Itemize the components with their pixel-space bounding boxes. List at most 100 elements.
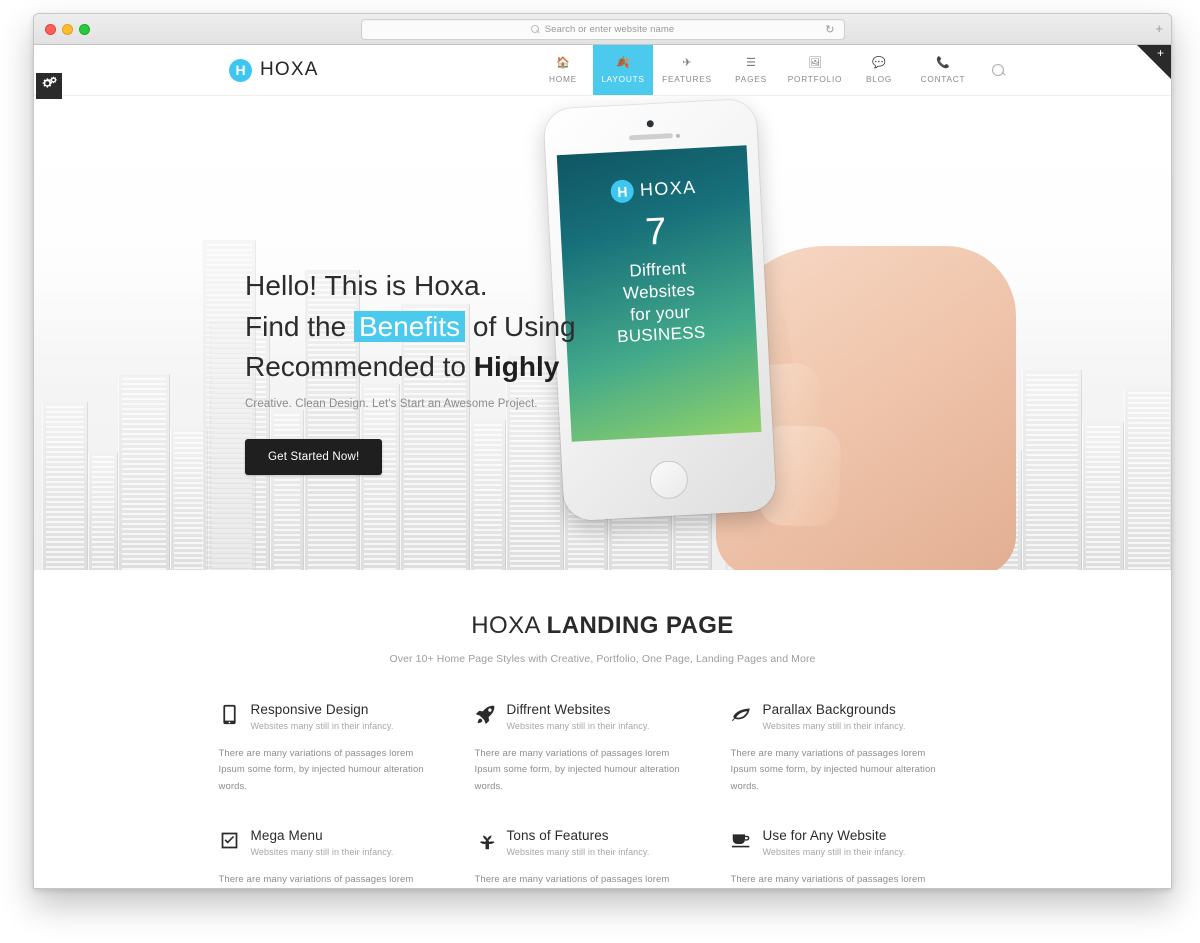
feature-header: Responsive Design Websites many still in… (219, 702, 457, 731)
nav-label-blog: BLOG (865, 74, 893, 84)
plant-icon (475, 828, 497, 852)
nav-label-layouts: LAYOUTS (601, 74, 645, 84)
hero-headline-line2: Find the Benefits of Using (245, 307, 665, 348)
footer-strip (34, 888, 1171, 889)
feature-body: There are many variations of passages lo… (218, 873, 414, 885)
check-square-icon (219, 828, 241, 852)
rocket-icon (475, 702, 497, 726)
hero-content: Hello! This is Hoxa. Find the Benefits o… (245, 266, 665, 475)
feature-tagline: Websites many still in their infancy. (506, 846, 650, 857)
feature-card: Diffrent Websites Websites many still in… (475, 702, 713, 795)
hero-line2-post: of Using (465, 310, 576, 342)
home-icon: 🏠 (556, 57, 570, 69)
nav-label-contact: CONTACT (920, 74, 966, 84)
coffee-cup-icon (731, 828, 753, 852)
feature-tagline: Websites many still in their infancy. (762, 720, 906, 731)
features-grid: Responsive Design Websites many still in… (218, 702, 987, 888)
feature-card: Tons of Features Websites many still in … (474, 828, 713, 888)
paper-plane-icon: ✈ (682, 57, 692, 69)
hero-line3-strong: Highly (473, 351, 560, 383)
phone-sensor (676, 133, 681, 138)
feature-body: There are many variations of passages lo… (474, 873, 670, 885)
nav-label-features: FEATURES (662, 74, 712, 84)
feature-tagline: Websites many still in their infancy. (250, 720, 394, 731)
minimize-window-button[interactable] (62, 24, 73, 35)
phone-count-number: 7 (644, 210, 668, 254)
feature-header: Parallax Backgrounds Websites many still… (731, 702, 969, 731)
site-viewport: + H HOXA 🏠 HOME 🍂 LAYOUTS ✈ FEATURES ☰ P… (34, 45, 1171, 889)
feature-body: There are many variations of passages lo… (730, 747, 936, 792)
nav-search-button[interactable] (977, 45, 1019, 95)
feature-tagline: Websites many still in their infancy. (762, 846, 906, 857)
leaf-icon (731, 702, 753, 726)
site-header: H HOXA 🏠 HOME 🍂 LAYOUTS ✈ FEATURES ☰ PAG… (34, 45, 1171, 96)
feature-title: Tons of Features (506, 828, 609, 844)
page-subtitle: Over 10+ Home Page Styles with Creative,… (389, 653, 816, 665)
feature-card: Responsive Design Websites many still in… (219, 702, 457, 795)
browser-window: Search or enter website name ↻ + + H HOX… (33, 13, 1172, 889)
image-icon: 🖼 (808, 57, 822, 69)
hero-line2-pre: Find the (245, 310, 354, 342)
nav-item-portfolio[interactable]: 🖼 PORTFOLIO (781, 45, 849, 95)
feature-card: Parallax Backgrounds Websites many still… (731, 702, 969, 795)
get-started-button[interactable]: Get Started Now! (245, 438, 383, 475)
feature-header: Tons of Features Websites many still in … (475, 828, 713, 857)
gears-icon (42, 76, 57, 96)
feature-card: Mega Menu Websites many still in their i… (218, 828, 457, 888)
feature-tagline: Websites many still in their infancy. (506, 720, 650, 731)
brand-mark-icon: H (229, 58, 252, 82)
address-bar[interactable]: Search or enter website name ↻ (360, 19, 845, 40)
brand-name: HOXA (260, 59, 319, 80)
phone-brand-logo: H HOXA (558, 173, 749, 206)
phone-speaker (628, 133, 674, 141)
phone-icon: 📞 (936, 57, 950, 69)
zoom-window-button[interactable] (79, 24, 90, 35)
page-title-light: HOXA (471, 612, 547, 639)
feature-body: There are many variations of passages lo… (730, 873, 926, 885)
feature-title: Use for Any Website (762, 828, 887, 844)
hero-subtitle: Creative. Clean Design. Let's Start an A… (245, 397, 538, 410)
hero-section: Hello! This is Hoxa. Find the Benefits o… (34, 96, 1171, 570)
feature-title: Diffrent Websites (506, 702, 611, 717)
hero-headline-line1: Hello! This is Hoxa. (245, 270, 488, 301)
nav-item-layouts[interactable]: 🍂 LAYOUTS (593, 45, 653, 95)
feature-header: Use for Any Website Websites many still … (731, 828, 969, 857)
search-icon (530, 25, 540, 34)
nav-item-blog[interactable]: 💬 BLOG (849, 45, 909, 95)
nav-item-pages[interactable]: ☰ PAGES (721, 45, 781, 95)
feature-header: Diffrent Websites Websites many still in… (475, 702, 713, 731)
address-bar-placeholder: Search or enter website name (544, 24, 675, 35)
nav-label-portfolio: PORTFOLIO (787, 74, 843, 84)
nav-item-features[interactable]: ✈ FEATURES (653, 45, 721, 95)
feature-tagline: Websites many still in their infancy. (250, 846, 394, 857)
new-tab-button[interactable]: + (1155, 22, 1163, 35)
phone-camera-icon (646, 120, 654, 128)
corner-ribbon[interactable] (1137, 45, 1171, 79)
reload-icon[interactable]: ↻ (825, 25, 834, 36)
landing-section: HOXA LANDING PAGE Over 10+ Home Page Sty… (34, 570, 1171, 888)
feature-title: Parallax Backgrounds (762, 702, 896, 717)
nav-label-pages: PAGES (735, 74, 767, 84)
window-traffic-lights[interactable] (45, 24, 90, 35)
hero-highlight-benefits: Benefits (353, 310, 466, 342)
feature-card: Use for Any Website Websites many still … (730, 828, 969, 888)
leaf-icon: 🍂 (616, 57, 630, 69)
nav-label-home: HOME (549, 74, 577, 84)
brand-logo[interactable]: H HOXA (229, 45, 319, 95)
page-title: HOXA LANDING PAGE (34, 612, 1171, 640)
settings-panel-toggle[interactable] (36, 73, 62, 99)
feature-body: There are many variations of passages lo… (474, 747, 680, 792)
hero-headline-line3: Recommended to Highly (245, 347, 665, 388)
hero-line3-pre: Recommended to (245, 351, 474, 383)
tablet-icon (219, 702, 241, 726)
feature-title: Responsive Design (250, 702, 369, 717)
browser-titlebar: Search or enter website name ↻ + (34, 14, 1171, 45)
nav-item-contact[interactable]: 📞 CONTACT (909, 45, 977, 95)
corner-ribbon-label[interactable]: + (1157, 47, 1164, 59)
main-navigation: 🏠 HOME 🍂 LAYOUTS ✈ FEATURES ☰ PAGES 🖼 PO… (533, 45, 1019, 95)
pages-icon: ☰ (746, 57, 756, 69)
close-window-button[interactable] (45, 24, 56, 35)
feature-title: Mega Menu (250, 828, 323, 844)
nav-item-home[interactable]: 🏠 HOME (533, 45, 593, 95)
search-icon (991, 63, 1005, 77)
